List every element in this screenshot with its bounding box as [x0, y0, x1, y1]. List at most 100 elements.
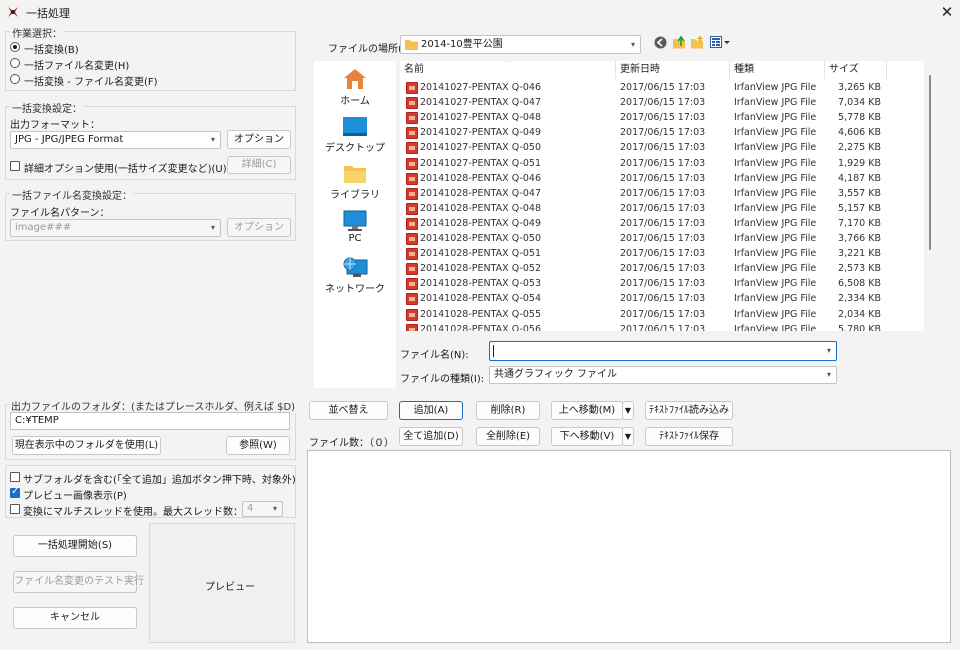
save-text-file-button[interactable]: ﾃｷｽﾄﾌｧｲﾙ保存 [645, 427, 733, 446]
file-row[interactable]: 20141028-PENTAX Q-054 2017/06/15 17:03 Irf… [400, 292, 887, 307]
file-list-scroll-thumb[interactable] [929, 75, 931, 250]
move-up-dropdown[interactable]: ▼ [622, 401, 634, 420]
file-type: IrfanView JPG File [734, 323, 817, 331]
convert-settings-title: 一括変換設定： [10, 100, 84, 115]
radio-batch-rename-label[interactable]: 一括ファイル名変更(H) [24, 57, 129, 72]
column-header-size[interactable]: サイズ [825, 61, 887, 79]
place-home[interactable]: ホーム [314, 67, 396, 107]
include-subfolders-label[interactable]: サブフォルダを含む(「全て追加」追加ボタン押下時、対象外) [23, 471, 296, 486]
column-header-type[interactable]: 種類 [730, 61, 825, 79]
view-menu-icon[interactable] [710, 36, 730, 48]
close-button[interactable]: ✕ [936, 2, 958, 22]
move-up-button[interactable]: 上へ移動(M) [551, 401, 623, 420]
place-network[interactable]: ネットワーク [314, 257, 396, 295]
format-options-button[interactable]: オプション [227, 130, 291, 149]
jpg-file-icon [406, 187, 418, 200]
multithread-checkbox[interactable] [10, 504, 20, 514]
file-name: 20141028-PENTAX Q-047 [420, 187, 542, 199]
file-name: 20141027-PENTAX Q-048 [420, 112, 542, 124]
preview-label: プレビュー [205, 582, 255, 593]
file-row[interactable]: 20141028-PENTAX Q-048 2017/06/15 17:03 Irf… [400, 202, 887, 217]
radio-batch-convert[interactable] [10, 42, 20, 52]
remove-button[interactable]: 削除(R) [476, 401, 540, 420]
output-format-select[interactable]: JPG - JPG/JPEG Format ▾ [10, 131, 221, 149]
file-row[interactable]: 20141028-PENTAX Q-053 2017/06/15 17:03 Irf… [400, 277, 887, 292]
file-modified: 2017/06/15 17:03 [620, 157, 706, 169]
move-down-button[interactable]: 下へ移動(V) [551, 427, 623, 446]
file-row[interactable]: 20141027-PENTAX Q-048 2017/06/15 17:03 Irf… [400, 111, 887, 126]
sort-button[interactable]: 並べ替え [309, 401, 388, 420]
filename-input[interactable]: ▾ [489, 341, 837, 361]
show-preview-label[interactable]: プレビュー画像表示(P) [23, 487, 127, 502]
file-row[interactable]: 20141028-PENTAX Q-047 2017/06/15 17:03 Irf… [400, 187, 887, 202]
jpg-file-icon [406, 217, 418, 230]
radio-convert-rename[interactable] [10, 74, 20, 84]
up-folder-icon[interactable] [672, 35, 686, 49]
rename-options-button[interactable]: オプション [227, 218, 291, 237]
filename-pattern-select[interactable]: image### ▾ [10, 219, 221, 237]
file-row[interactable]: 20141028-PENTAX Q-049 2017/06/15 17:03 Irf… [400, 217, 887, 232]
file-name: 20141028-PENTAX Q-051 [420, 248, 542, 260]
load-text-file-button[interactable]: ﾃｷｽﾄﾌｧｲﾙ読み込み [645, 401, 733, 420]
file-modified: 2017/06/15 17:03 [620, 202, 706, 214]
browse-button[interactable]: 参照(W) [226, 436, 290, 455]
file-list[interactable]: 名前 ^ 更新日時 種類 サイズ 20141027-PENTAX Q-046 20… [400, 61, 924, 331]
multithread-label[interactable]: 変換にマルチスレッドを使用。最大スレッド数： [23, 503, 243, 518]
show-preview-checkbox[interactable] [10, 486, 20, 498]
file-row[interactable]: 20141028-PENTAX Q-046 2017/06/15 17:03 Irf… [400, 172, 887, 187]
thread-count-select[interactable]: 4 ▾ [242, 501, 283, 517]
chevron-down-icon: ▾ [826, 370, 831, 379]
file-row[interactable]: 20141028-PENTAX Q-055 2017/06/15 17:03 Irf… [400, 308, 887, 323]
file-size: 4,187 KB [838, 172, 881, 184]
place-desktop-label: デスクトップ [325, 143, 385, 154]
file-row[interactable]: 20141028-PENTAX Q-056 2017/06/15 17:03 Irf… [400, 323, 887, 331]
include-subfolders-checkbox[interactable] [10, 472, 20, 482]
output-folder-input[interactable]: C:¥TEMP [10, 412, 290, 430]
file-row[interactable]: 20141027-PENTAX Q-051 2017/06/15 17:03 Irf… [400, 157, 887, 172]
back-icon[interactable] [654, 36, 667, 49]
file-row[interactable]: 20141027-PENTAX Q-049 2017/06/15 17:03 Irf… [400, 126, 887, 141]
move-down-dropdown[interactable]: ▼ [622, 427, 634, 446]
desktop-icon [343, 117, 367, 136]
chevron-down-icon: ▾ [210, 135, 215, 144]
add-button[interactable]: 追加(A) [399, 401, 463, 420]
file-name: 20141028-PENTAX Q-049 [420, 217, 542, 229]
start-batch-button[interactable]: 一括処理開始(S) [13, 535, 137, 557]
chevron-down-icon: ▾ [272, 504, 277, 513]
advanced-options-checkbox[interactable] [10, 161, 20, 171]
column-header-modified[interactable]: 更新日時 [616, 61, 730, 79]
filename-label: ファイル名(N): [400, 350, 469, 361]
file-row[interactable]: 20141027-PENTAX Q-046 2017/06/15 17:03 Irf… [400, 81, 887, 96]
file-type: IrfanView JPG File [734, 142, 817, 154]
cancel-button[interactable]: キャンセル [13, 607, 137, 629]
add-all-button[interactable]: 全て追加(D) [399, 427, 463, 446]
jpg-file-icon [406, 278, 418, 291]
use-current-folder-button[interactable]: 現在表示中のフォルダを使用(L) [12, 436, 161, 455]
file-name: 20141028-PENTAX Q-056 [420, 323, 542, 331]
test-rename-button[interactable]: ファイル名変更のテスト実行 [13, 571, 144, 593]
place-pc-label: PC [348, 233, 362, 244]
radio-batch-convert-label[interactable]: 一括変換(B) [24, 41, 79, 56]
place-desktop[interactable]: デスクトップ [314, 116, 396, 154]
place-library[interactable]: ライブラリ [314, 163, 396, 201]
file-row[interactable]: 20141027-PENTAX Q-050 2017/06/15 17:03 Irf… [400, 141, 887, 156]
file-row[interactable]: 20141028-PENTAX Q-050 2017/06/15 17:03 Irf… [400, 232, 887, 247]
file-type: IrfanView JPG File [734, 202, 817, 214]
advanced-options-label[interactable]: 詳細オプション使用(一括サイズ変更など)(U) [24, 160, 227, 175]
advanced-button[interactable]: 詳細(C) [227, 156, 291, 174]
file-row[interactable]: 20141028-PENTAX Q-052 2017/06/15 17:03 Irf… [400, 262, 887, 277]
file-name: 20141028-PENTAX Q-048 [420, 202, 542, 214]
file-row[interactable]: 20141028-PENTAX Q-051 2017/06/15 17:03 Irf… [400, 247, 887, 262]
new-folder-icon[interactable] [690, 35, 704, 49]
file-row[interactable]: 20141027-PENTAX Q-047 2017/06/15 17:03 Irf… [400, 96, 887, 111]
location-value: 2014-10豊平公園 [421, 39, 503, 50]
radio-batch-rename[interactable] [10, 58, 20, 68]
place-pc[interactable]: PC [314, 210, 396, 244]
radio-convert-rename-label[interactable]: 一括変換 - ファイル名変更(F) [24, 73, 158, 88]
remove-all-button[interactable]: 全削除(E) [476, 427, 540, 446]
location-select[interactable]: 2014-10豊平公園 ▾ [400, 35, 641, 54]
column-header-name[interactable]: 名前 ^ [400, 61, 616, 79]
selected-files-list[interactable] [307, 450, 951, 643]
file-type: IrfanView JPG File [734, 97, 817, 109]
filetype-select[interactable]: 共通グラフィック ファイル ▾ [489, 366, 837, 384]
